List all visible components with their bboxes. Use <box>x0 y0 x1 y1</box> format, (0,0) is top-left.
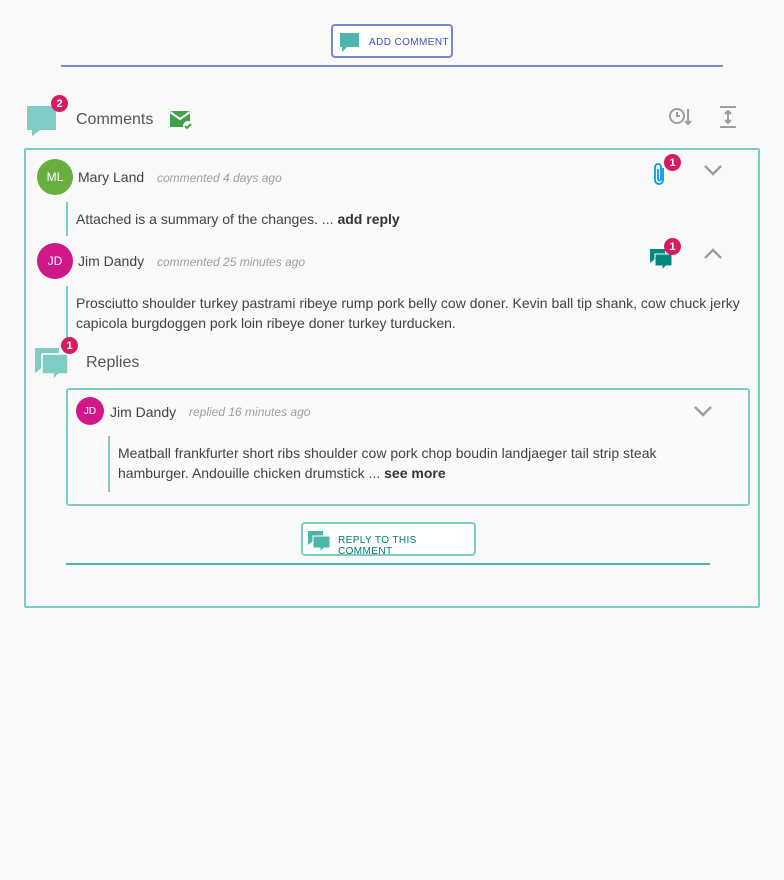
quote-bar <box>108 436 110 492</box>
comment-meta: commented 4 days ago <box>157 171 282 185</box>
reply-to-comment-button[interactable]: REPLY TO THIS COMMENT <box>301 522 476 558</box>
reply-author: Jim Dandy <box>110 404 177 420</box>
comment-body: Attached is a summary of the changes. ..… <box>76 209 400 229</box>
comment-text: Attached is a summary of the changes. ..… <box>76 211 334 227</box>
comment-author: Mary Land <box>78 169 145 185</box>
comment-text-line: Prosciutto shoulder turkey pastrami ribe… <box>76 295 740 311</box>
quote-bar <box>66 286 68 340</box>
comments-count-icon: 2 <box>26 95 68 141</box>
avatar: JD <box>37 243 73 279</box>
divider <box>61 65 723 67</box>
avatar-initials: JD <box>47 254 63 268</box>
quote-bar <box>66 202 68 236</box>
avatar-initials: ML <box>46 170 64 184</box>
chevron-down-icon[interactable] <box>703 163 723 182</box>
reply-meta: replied 16 minutes ago <box>189 405 311 419</box>
expand-vertical-icon[interactable] <box>717 104 739 135</box>
chevron-up-icon[interactable] <box>703 247 723 266</box>
reply-text: hamburger. Andouille chicken drumstick .… <box>118 465 381 481</box>
mail-check-icon[interactable] <box>169 110 195 137</box>
attachment-badge: 1 <box>664 154 681 171</box>
reply-icon <box>307 529 333 558</box>
avatar-initials: JD <box>83 405 97 417</box>
divider <box>66 563 710 565</box>
replies-badge: 1 <box>664 238 681 255</box>
comment-text-line: capicola burgdoggen pork loin ribeye don… <box>76 315 456 331</box>
comment-icon <box>339 32 361 59</box>
see-more-link[interactable]: see more <box>384 465 445 481</box>
comments-count-badge: 2 <box>51 95 68 112</box>
avatar: JD <box>76 397 104 425</box>
avatar: ML <box>37 159 73 195</box>
replies-count-badge: 1 <box>61 337 78 354</box>
comment-body: Prosciutto shoulder turkey pastrami ribe… <box>76 293 756 333</box>
reply-button-label: REPLY TO THIS COMMENT <box>338 535 417 557</box>
reply-text-line: Meatball frankfurter short ribs shoulder… <box>118 445 657 461</box>
comments-title: Comments <box>76 111 154 128</box>
reply-text-line: hamburger. Andouille chicken drumstick .… <box>118 463 738 483</box>
comment-author: Jim Dandy <box>78 253 145 269</box>
add-reply-link[interactable]: add reply <box>337 211 399 227</box>
add-comment-button[interactable]: ADD COMMENT <box>331 24 453 58</box>
reply-body: Meatball frankfurter short ribs shoulder… <box>118 443 738 483</box>
chevron-down-icon[interactable] <box>693 404 713 423</box>
comment-meta: commented 25 minutes ago <box>157 255 306 269</box>
replies-title: Replies <box>86 354 140 371</box>
sort-by-time-icon[interactable] <box>667 104 693 135</box>
add-comment-label: ADD COMMENT <box>369 37 449 48</box>
